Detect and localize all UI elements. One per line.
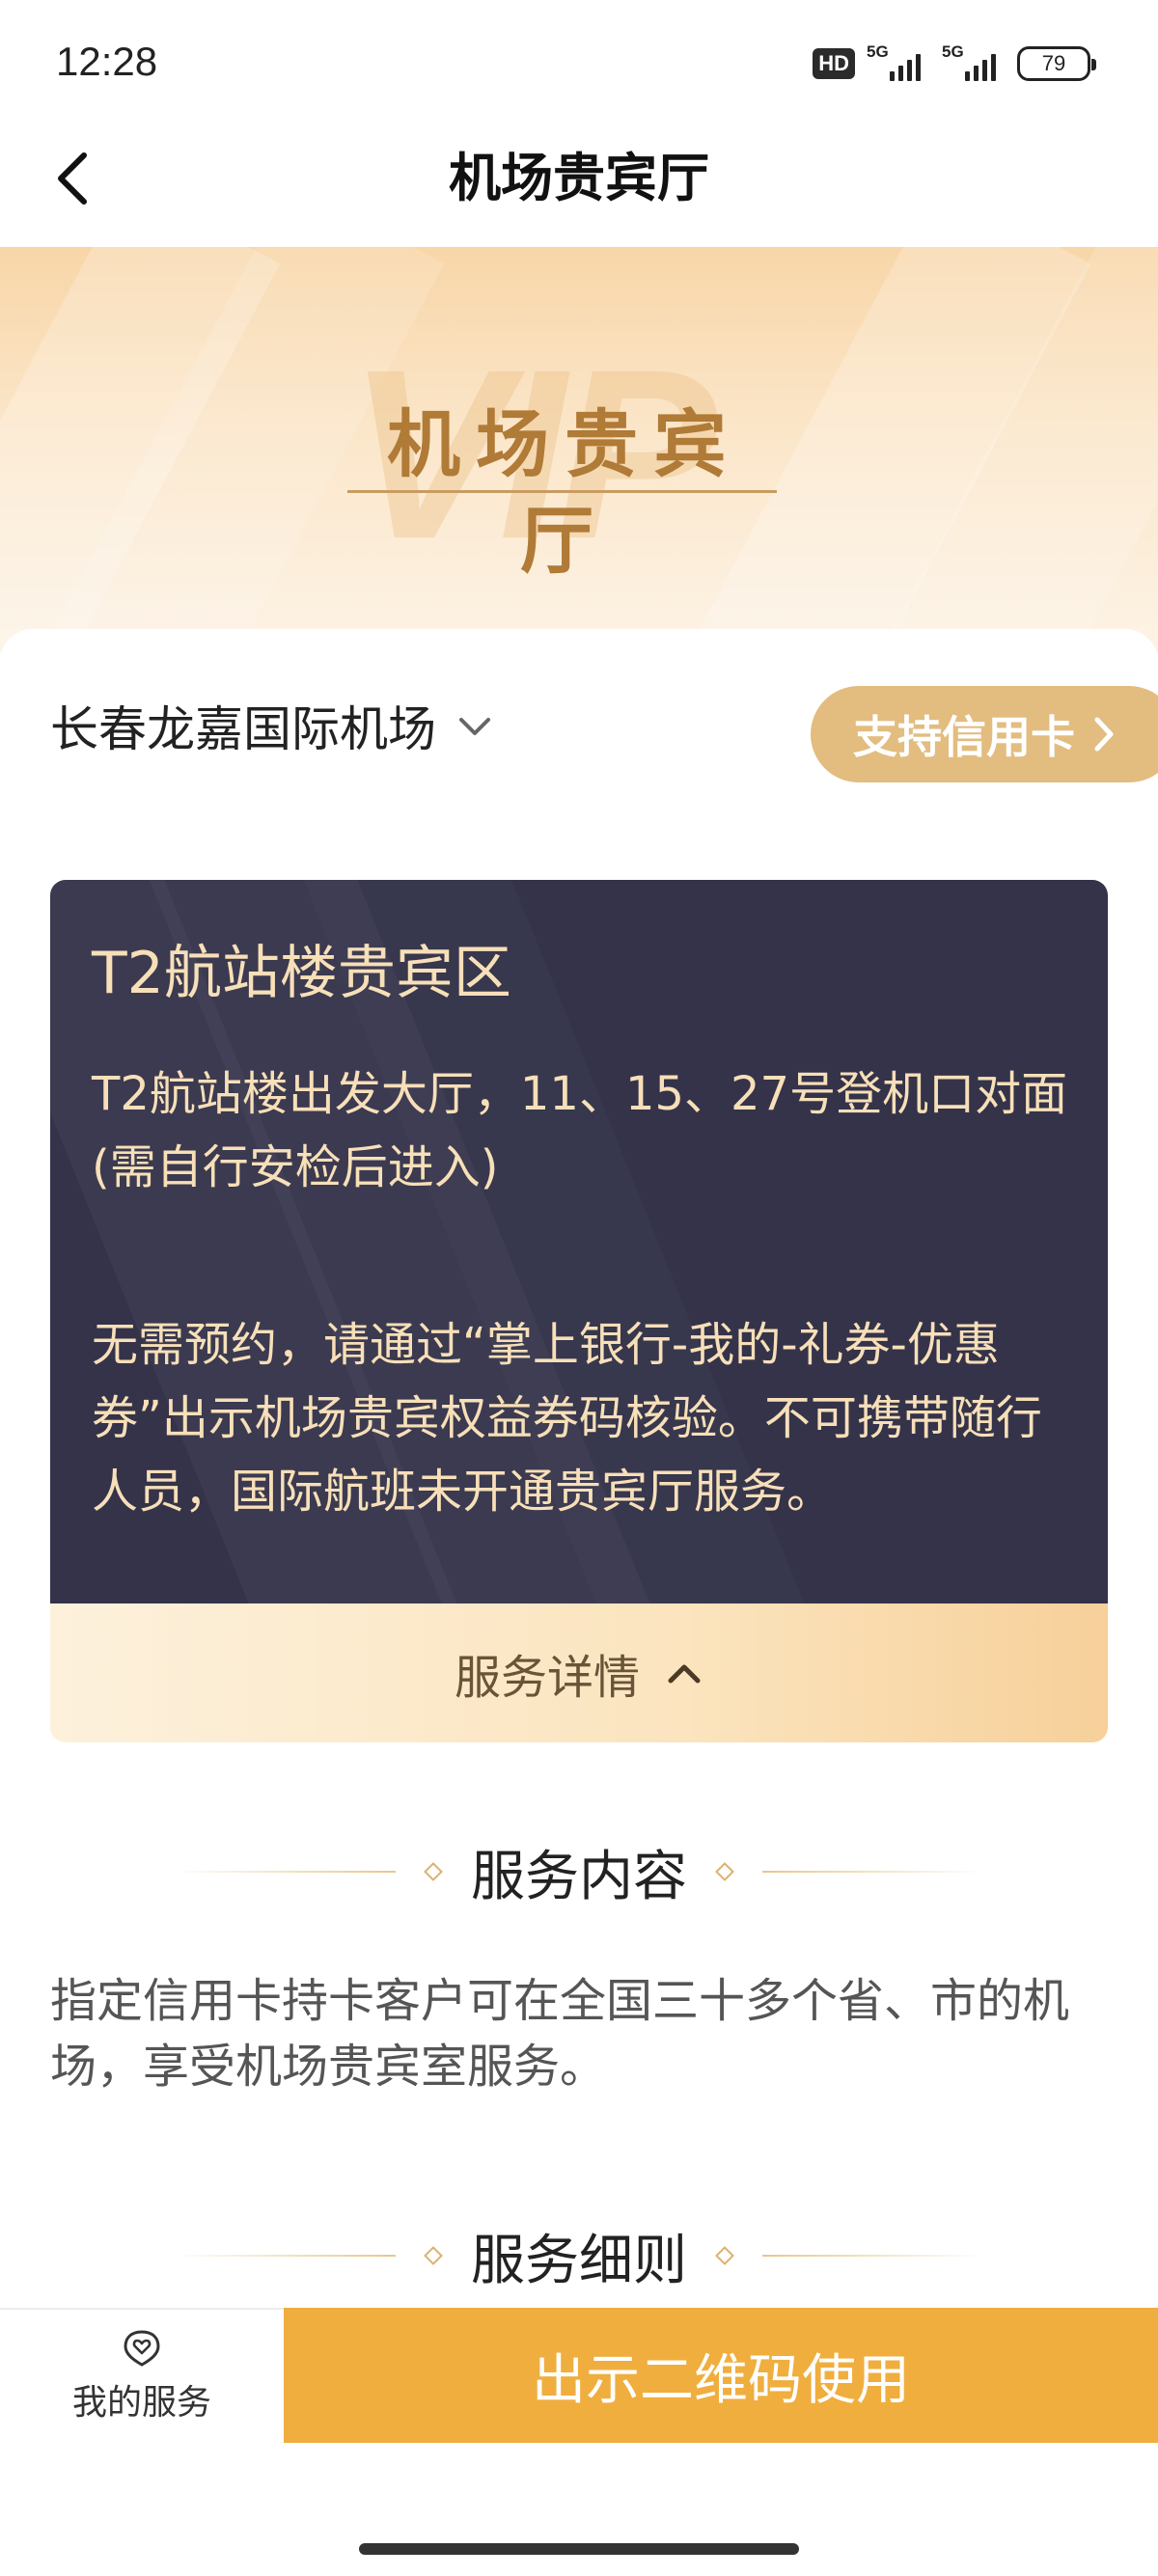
section-title: 服务细则	[471, 2229, 687, 2292]
service-detail-label: 服务详情	[454, 1651, 640, 1705]
banner-underline	[347, 490, 777, 493]
service-detail-toggle[interactable]: 服务详情	[50, 1603, 1108, 1742]
hd-voice-badge: HD	[813, 48, 855, 79]
lounge-notice: 无需预约，请通过“掌上银行-我的-礼券-优惠券”出示机场贵宾权益券码核验。不可携…	[92, 1318, 1042, 1519]
chevron-left-icon	[58, 152, 87, 205]
service-content-text: 指定信用卡持卡客户可在全国三十多个省、市的机场，享受机场贵宾室服务。	[50, 1974, 1070, 2094]
chevron-up-icon	[668, 1664, 701, 1684]
signal-2-icon: 5G	[942, 42, 1006, 83]
chevron-down-icon	[459, 718, 490, 735]
airport-selector[interactable]: 长春龙嘉国际机场	[50, 687, 494, 764]
status-icons: HD 5G 5G 79	[813, 42, 1096, 85]
show-qr-code-button[interactable]: 出示二维码使用	[284, 2308, 1158, 2443]
page-title: 机场贵宾厅	[449, 148, 709, 208]
my-services-button[interactable]: 我的服务	[0, 2310, 284, 2443]
credit-card-button-label: 支持信用卡	[853, 711, 1075, 763]
my-services-label: 我的服务	[71, 2383, 211, 2423]
battery-icon: 79	[1017, 46, 1096, 81]
section-title: 服务内容	[471, 1845, 687, 1908]
diamond-ornament	[715, 1862, 734, 1881]
network-1-label: 5G	[867, 42, 889, 61]
service-rules-heading: 服务细则	[0, 2219, 1158, 2292]
diamond-ornament	[715, 2246, 734, 2265]
status-time: 12:28	[56, 39, 158, 84]
network-2-label: 5G	[942, 42, 964, 61]
supported-credit-card-button[interactable]: 支持信用卡	[811, 686, 1158, 782]
banner-title: 机场贵宾厅	[387, 401, 742, 584]
service-content-heading: 服务内容	[0, 1835, 1158, 1908]
hero-banner: VIP 机场贵宾厅	[0, 247, 1158, 652]
airport-name: 长春龙嘉国际机场	[50, 701, 436, 757]
lounge-location: T2航站楼出发大厅，11、15、27号登机口对面(需自行安检后进入)	[92, 1067, 1068, 1194]
chevron-right-icon	[1094, 717, 1114, 752]
home-indicator[interactable]	[359, 2543, 799, 2555]
diamond-ornament	[424, 1862, 443, 1881]
diamond-ornament	[424, 2246, 443, 2265]
back-button[interactable]	[39, 135, 106, 222]
signal-1-icon: 5G	[867, 42, 930, 83]
battery-level: 79	[1041, 51, 1066, 75]
lounge-name: T2航站楼贵宾区	[92, 940, 511, 1007]
heart-chat-icon	[124, 2330, 160, 2367]
